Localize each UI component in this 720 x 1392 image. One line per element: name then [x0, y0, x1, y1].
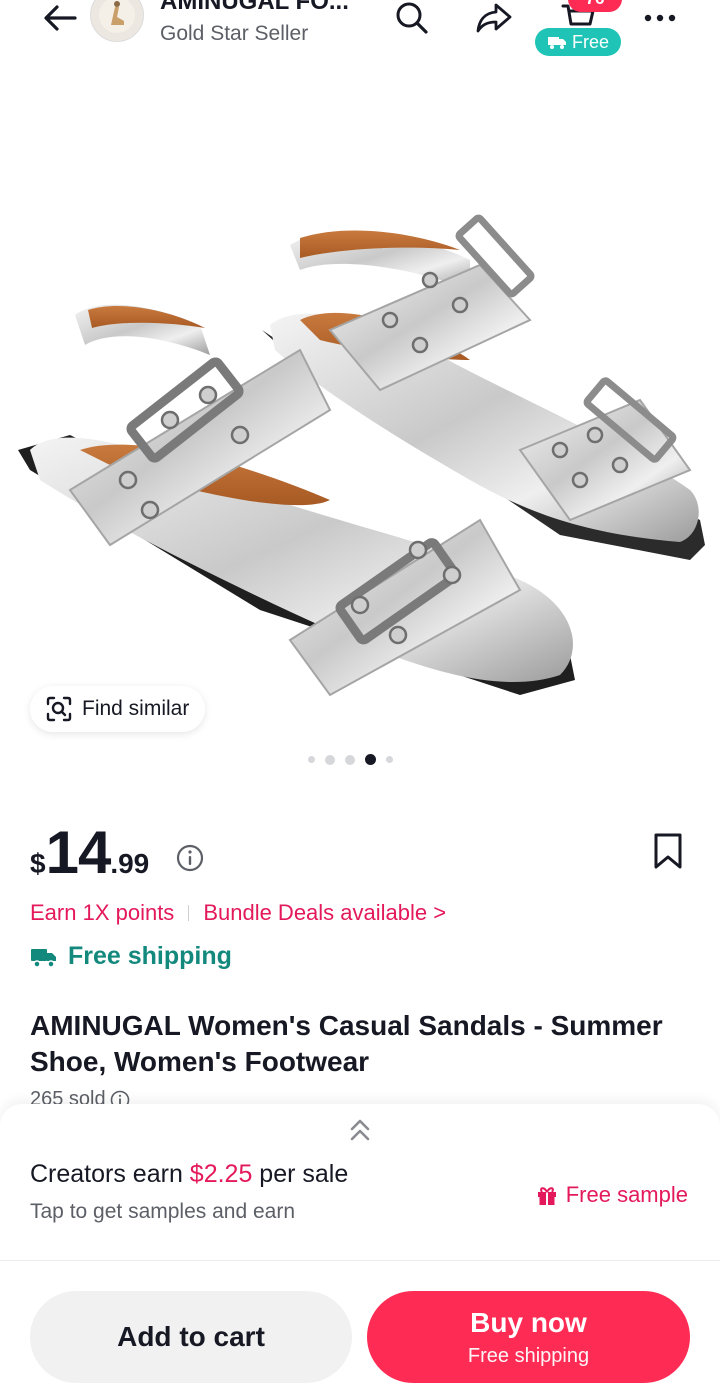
price-integer: 14	[45, 819, 112, 886]
buy-now-sublabel: Free shipping	[467, 1344, 590, 1367]
share-icon	[476, 3, 512, 33]
free-shipping-label: Free shipping	[68, 942, 232, 970]
seller-badge-text: Gold Star Seller	[160, 22, 309, 45]
gift-icon	[537, 1187, 556, 1205]
carousel-dot[interactable]	[386, 756, 393, 763]
free-sample-label: Free sample	[565, 1182, 688, 1207]
promo-row: Earn 1X points Bundle Deals available >	[30, 900, 446, 926]
shop-avatar[interactable]	[90, 0, 144, 42]
buy-now-button[interactable]: Buy now Free shipping	[367, 1291, 690, 1383]
find-similar-button[interactable]: Find similar	[30, 686, 206, 732]
expand-sheet-button[interactable]	[346, 1116, 374, 1144]
carousel-dot[interactable]	[325, 754, 335, 765]
shipping-row[interactable]: Free shipping	[30, 942, 232, 971]
free-pill-label: Free	[571, 31, 609, 52]
creators-earn-amount: $2.25	[189, 1160, 253, 1188]
truck-icon	[31, 948, 56, 968]
back-arrow-icon	[44, 5, 77, 31]
top-bar: AMINUGAL FO... Gold Star Seller 76 Free	[0, 0, 720, 60]
double-chevron-up-icon	[350, 1119, 370, 1141]
price-currency: $	[30, 848, 46, 879]
product-image[interactable]	[0, 150, 720, 710]
free-sample-button[interactable]: Free sample	[536, 1182, 688, 1208]
search-button[interactable]	[390, 0, 434, 40]
carousel-dot[interactable]	[308, 756, 315, 763]
bundle-deals-link[interactable]: Bundle Deals available >	[203, 900, 446, 926]
carousel-dot[interactable]	[345, 754, 355, 765]
find-similar-label: Find similar	[82, 697, 190, 720]
product-price: $ 14 .99	[30, 818, 149, 887]
cart-count-badge: 76	[568, 0, 622, 12]
creators-earn-suffix: per sale	[252, 1160, 349, 1188]
price-decimal: .99	[110, 848, 150, 879]
free-shipping-pill: Free	[535, 28, 621, 56]
product-photo	[18, 214, 705, 697]
share-button[interactable]	[472, 0, 516, 40]
more-button[interactable]	[638, 0, 682, 40]
creators-subtitle: Tap to get samples and earn	[30, 1200, 296, 1223]
image-carousel-indicator	[308, 754, 393, 765]
shop-logo-icon	[99, 0, 135, 33]
earn-points-link[interactable]: Earn 1X points	[30, 900, 174, 926]
creators-earn-text: Creators earn $2.25 per sale	[30, 1160, 348, 1189]
promo-divider	[188, 905, 190, 921]
add-to-cart-button[interactable]: Add to cart	[30, 1291, 352, 1383]
info-icon	[176, 844, 204, 872]
add-to-cart-label: Add to cart	[117, 1321, 265, 1352]
shop-name[interactable]: AMINUGAL FO...	[160, 0, 349, 16]
save-button[interactable]	[648, 830, 688, 872]
buy-now-label: Buy now	[470, 1306, 587, 1338]
creator-bottom-sheet[interactable]: Creators earn $2.25 per sale Tap to get …	[0, 1104, 720, 1392]
find-similar-icon	[46, 696, 72, 722]
product-title: AMINUGAL Women's Casual Sandals - Summer…	[30, 1010, 663, 1077]
creators-earn-prefix: Creators earn	[30, 1160, 190, 1188]
sheet-divider	[0, 1260, 720, 1261]
back-button[interactable]	[40, 0, 80, 36]
search-icon	[396, 2, 428, 34]
carousel-dot-active[interactable]	[365, 754, 376, 765]
price-info-button[interactable]	[176, 844, 204, 872]
truck-icon	[547, 37, 566, 49]
more-icon	[644, 14, 676, 22]
bookmark-icon	[654, 833, 682, 869]
